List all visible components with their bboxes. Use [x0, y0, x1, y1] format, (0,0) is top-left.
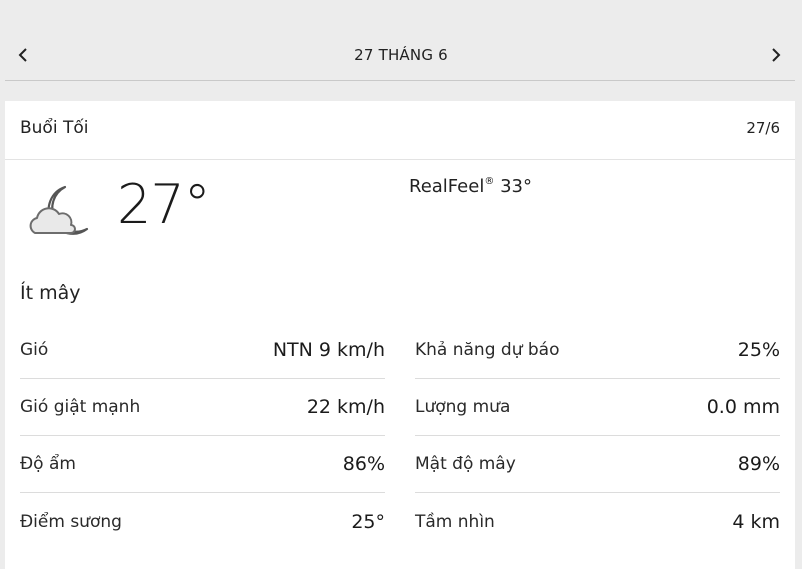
detail-label: Mật độ mây — [415, 454, 516, 474]
next-day-button[interactable] — [766, 44, 786, 66]
card-header: Buổi Tối 27/6 — [5, 101, 795, 160]
detail-row-precipitation: Lượng mưa 0.0 mm — [415, 379, 780, 436]
chevron-right-icon — [772, 48, 781, 62]
detail-label: Gió — [20, 340, 49, 360]
detail-row-dew-point: Điểm sương 25° — [20, 493, 385, 550]
detail-row-precip-probability: Khả năng dự báo 25% — [415, 322, 780, 379]
nav-divider — [5, 80, 795, 81]
detail-value: 4 km — [732, 510, 780, 533]
details-right-column: Khả năng dự báo 25% Lượng mưa 0.0 mm Mật… — [415, 322, 780, 550]
detail-row-wind-gust: Gió giật mạnh 22 km/h — [20, 379, 385, 436]
detail-value: 22 km/h — [306, 396, 385, 418]
realfeel-mark: ® — [484, 176, 495, 187]
detail-label: Gió giật mạnh — [20, 397, 141, 417]
date-label: 27/6 — [746, 119, 780, 137]
realfeel: RealFeel® 33° — [409, 176, 532, 197]
detail-value: 0.0 mm — [706, 396, 780, 418]
details-left-column: Gió NTN 9 km/h Gió giật mạnh 22 km/h Độ … — [20, 322, 385, 550]
detail-value: NTN 9 km/h — [272, 339, 385, 361]
detail-value: 89% — [737, 453, 780, 475]
weather-phrase: Ít mây — [20, 282, 81, 304]
forecast-card: Buổi Tối 27/6 27° RealFeel® 33° Ít mây G… — [5, 101, 795, 569]
realfeel-label: RealFeel — [409, 176, 485, 197]
realfeel-value: 33° — [500, 176, 532, 197]
nav-date-title: 27 THÁNG 6 — [354, 46, 448, 64]
detail-row-cloud-cover: Mật độ mây 89% — [415, 436, 780, 493]
temperature-value: 27° — [117, 173, 211, 236]
detail-label: Khả năng dự báo — [415, 340, 560, 360]
detail-value: 25% — [737, 339, 780, 361]
detail-label: Điểm sương — [20, 511, 122, 532]
detail-row-humidity: Độ ẩm 86% — [20, 436, 385, 493]
detail-value: 86% — [342, 453, 385, 475]
detail-value: 25° — [351, 510, 385, 533]
detail-row-visibility: Tầm nhìn 4 km — [415, 493, 780, 550]
period-label: Buổi Tối — [20, 118, 89, 138]
detail-label: Tầm nhìn — [415, 511, 495, 532]
detail-label: Độ ẩm — [20, 454, 76, 474]
detail-row-wind: Gió NTN 9 km/h — [20, 322, 385, 379]
detail-label: Lượng mưa — [415, 397, 511, 417]
partly-cloudy-night-icon — [25, 183, 93, 245]
date-navigation: 27 THÁNG 6 — [0, 0, 802, 100]
